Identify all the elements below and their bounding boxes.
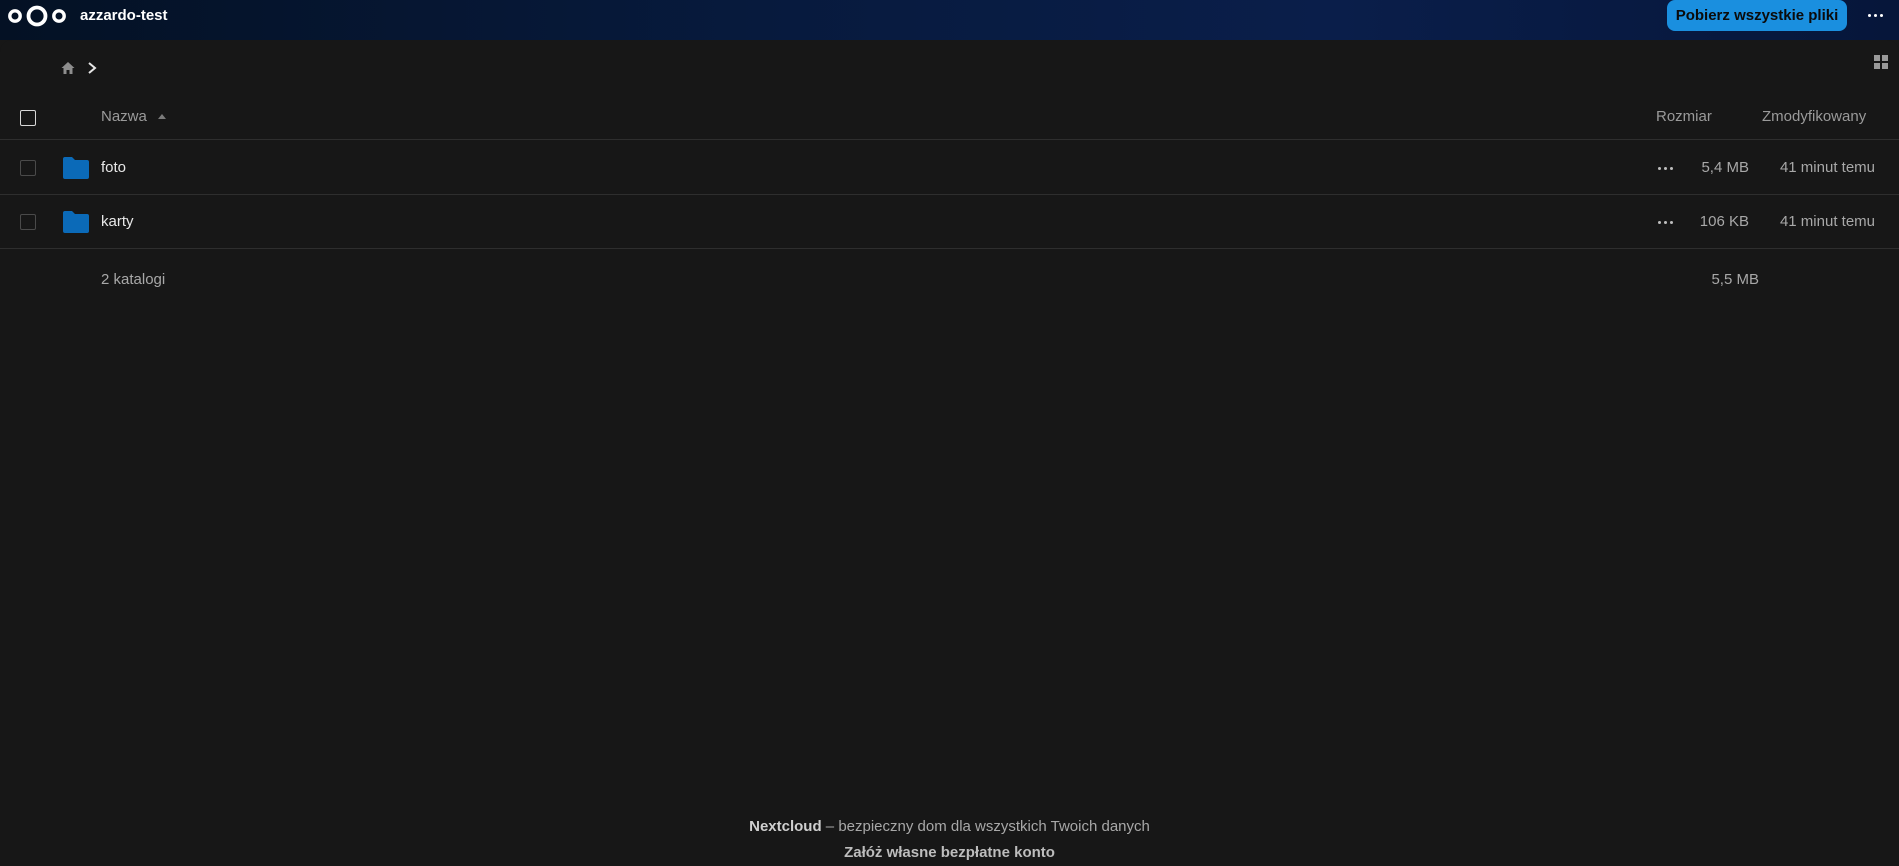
more-horizontal-icon[interactable] (1862, 2, 1888, 28)
files-main: Nazwa Rozmiar Zmodyfikowany foto 5,4 MB … (0, 40, 1899, 866)
home-icon[interactable] (60, 60, 76, 76)
download-all-button[interactable]: Pobierz wszystkie pliki (1667, 0, 1847, 31)
share-title: azzardo-test (80, 7, 168, 24)
column-name-header[interactable]: Nazwa (101, 108, 147, 125)
total-size-summary: 5,5 MB (1711, 271, 1759, 288)
file-name[interactable]: karty (101, 213, 134, 230)
more-horizontal-icon[interactable] (1653, 165, 1677, 171)
column-modified-header[interactable]: Zmodyfikowany (1762, 108, 1866, 125)
nextcloud-logo-icon[interactable] (7, 4, 67, 28)
grid-view-icon[interactable] (1873, 54, 1889, 70)
footer-brand: Nextcloud (749, 818, 822, 835)
table-row[interactable]: foto 5,4 MB 41 minut temu (0, 141, 1899, 195)
folder-icon (63, 211, 89, 233)
table-header: Nazwa Rozmiar Zmodyfikowany (0, 76, 1899, 140)
file-size: 5,4 MB (1701, 159, 1749, 176)
row-checkbox[interactable] (20, 214, 36, 230)
file-name[interactable]: foto (101, 159, 126, 176)
folder-count-summary: 2 katalogi (101, 271, 166, 288)
signup-link[interactable]: Załóż własne bezpłatne konto (0, 844, 1899, 861)
select-all-checkbox[interactable] (20, 110, 36, 126)
folder-icon (63, 157, 89, 179)
file-modified: 41 minut temu (1779, 213, 1875, 230)
more-horizontal-icon[interactable] (1653, 219, 1677, 225)
file-modified: 41 minut temu (1779, 159, 1875, 176)
footer-tagline-text: – bezpieczny dom dla wszystkich Twoich d… (821, 818, 1150, 835)
top-header: azzardo-test Pobierz wszystkie pliki (0, 0, 1899, 40)
table-row[interactable]: karty 106 KB 41 minut temu (0, 195, 1899, 249)
sort-ascending-icon (158, 114, 166, 119)
column-size-header[interactable]: Rozmiar (1656, 108, 1712, 125)
row-checkbox[interactable] (20, 160, 36, 176)
footer-tagline: Nextcloud – bezpieczny dom dla wszystkic… (0, 818, 1899, 835)
file-size: 106 KB (1699, 213, 1749, 230)
chevron-right-icon (88, 62, 97, 74)
